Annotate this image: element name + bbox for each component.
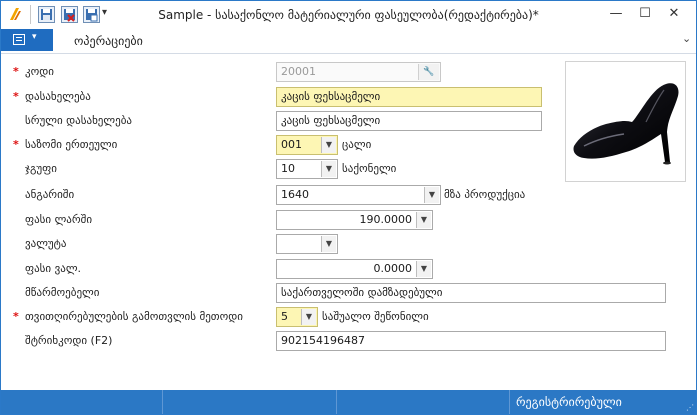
record-status-text: რეგისტრირებული	[516, 395, 622, 409]
name-label: * დასახელება	[13, 87, 91, 107]
ribbon-collapse-icon[interactable]: ⌄	[682, 32, 691, 45]
account-value: 1640	[281, 188, 309, 201]
window-title: Sample - სასაქონლო მატერიალური ფასეულობა…	[158, 8, 539, 22]
main-window: ▾ Sample - სასაქონლო მატერიალური ფასეულო…	[0, 0, 697, 415]
required-mark: *	[13, 310, 19, 323]
price-gel-value: 190.0000	[359, 213, 413, 226]
cost-method-name-text: საშუალო შეწონილი	[322, 310, 429, 323]
required-mark: *	[13, 65, 19, 78]
menu-icon	[13, 34, 25, 45]
high-heel-shoe-image	[573, 83, 679, 165]
group-value: 10	[281, 162, 295, 175]
currency-select[interactable]: ▼	[276, 234, 338, 254]
price-gel-label: ფასი ლარში	[25, 213, 93, 226]
group-label: ჯგუფი	[25, 162, 57, 175]
unit-label: * საზომი ერთეული	[13, 135, 117, 155]
minimize-button[interactable]: —	[602, 1, 630, 27]
close-button[interactable]: ✕	[660, 1, 688, 27]
code-label: * კოდი	[13, 62, 54, 82]
barcode-value: 902154196487	[281, 334, 365, 347]
unit-name-text: ცალი	[342, 138, 372, 151]
required-mark: *	[13, 138, 19, 151]
price-currency-field[interactable]: 0.0000 ▼	[276, 259, 433, 279]
manufacturer-value: საქართველოში დამზადებული	[281, 286, 443, 299]
barcode-label: შტრიხკოდი (F2)	[25, 334, 113, 347]
manufacturer-field[interactable]: საქართველოში დამზადებული	[276, 283, 666, 303]
account-select[interactable]: 1640 ▼	[276, 185, 441, 205]
manufacturer-label: მწარმოებელი	[25, 286, 100, 299]
status-bar: რეგისტრირებული ⋰	[1, 390, 696, 414]
unit-select[interactable]: 001 ▼	[276, 135, 338, 155]
group-name-text: საქონელი	[342, 162, 397, 175]
full-name-field[interactable]: კაცის ფეხსაცმელი	[276, 111, 542, 131]
code-field[interactable]: 20001 🔧	[276, 62, 441, 82]
chevron-down-icon[interactable]: ▼	[321, 137, 336, 153]
title-bar: ▾ Sample - სასაქონლო მატერიალური ფასეულო…	[1, 1, 696, 29]
barcode-field[interactable]: 902154196487	[276, 331, 666, 351]
maximize-button[interactable]: ☐	[631, 1, 659, 27]
cost-method-label: * თვითღირებულების გამოთვლის მეთოდი	[13, 307, 243, 327]
menu-caret-icon: ▾	[32, 32, 37, 42]
tab-operations[interactable]: ოპერაციები	[74, 34, 143, 48]
status-separator	[162, 390, 163, 414]
currency-label: ვალუტა	[25, 237, 67, 250]
chevron-down-icon[interactable]: ▼	[416, 212, 431, 228]
resize-grip-icon[interactable]: ⋰	[686, 403, 694, 412]
chevron-down-icon[interactable]: ▼	[416, 261, 431, 277]
chevron-down-icon[interactable]: ▼	[424, 187, 439, 203]
price-currency-label: ფასი ვალ.	[25, 262, 82, 275]
code-picker-icon[interactable]: 🔧	[418, 64, 439, 80]
price-currency-value: 0.0000	[373, 262, 413, 275]
required-mark: *	[13, 90, 19, 103]
code-value: 20001	[281, 65, 316, 78]
account-label: ანგარიში	[25, 188, 75, 201]
cost-method-value: 5	[281, 310, 288, 323]
status-separator	[336, 390, 337, 414]
chevron-down-icon[interactable]: ▼	[301, 309, 316, 325]
group-select[interactable]: 10 ▼	[276, 159, 338, 179]
status-separator	[509, 390, 510, 414]
ribbon-bar: ▾ ოპერაციები ⌄	[1, 29, 696, 54]
unit-value: 001	[281, 138, 302, 151]
app-menu-button[interactable]: ▾	[1, 29, 53, 51]
chevron-down-icon[interactable]: ▼	[321, 161, 336, 177]
cost-method-select[interactable]: 5 ▼	[276, 307, 318, 327]
name-value: კაცის ფეხსაცმელი	[281, 90, 381, 103]
price-gel-field[interactable]: 190.0000 ▼	[276, 210, 433, 230]
name-field[interactable]: კაცის ფეხსაცმელი	[276, 87, 542, 107]
product-image[interactable]	[565, 61, 686, 182]
full-name-label: სრული დასახელება	[25, 114, 132, 127]
account-name-text: მზა პროდუქცია	[444, 188, 526, 201]
full-name-value: კაცის ფეხსაცმელი	[281, 114, 381, 127]
chevron-down-icon[interactable]: ▼	[321, 236, 336, 252]
